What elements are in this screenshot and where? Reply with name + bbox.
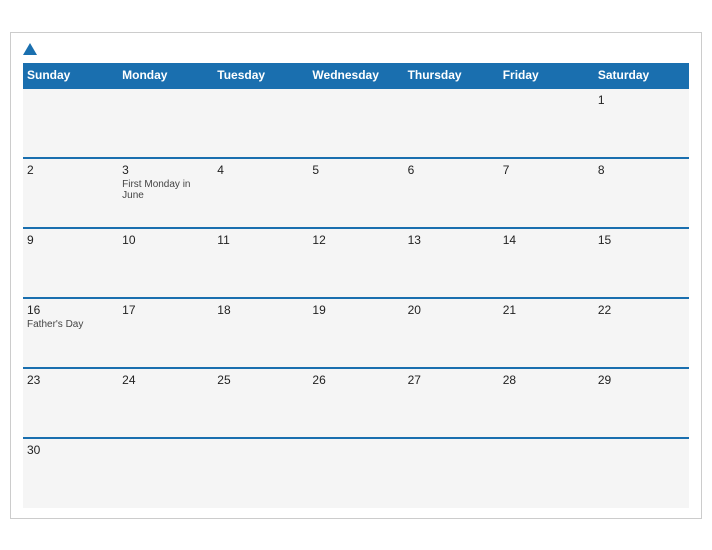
logo [23,43,39,55]
day-number: 16 [27,303,114,317]
calendar-cell: 29 [594,368,689,438]
calendar-cell [118,88,213,158]
calendar-cell: 4 [213,158,308,228]
day-number: 2 [27,163,114,177]
week-row-1: 23 First Monday in June 45678 [23,158,689,228]
calendar-cell [213,438,308,508]
calendar-cell: 12 [308,228,403,298]
calendar-cell: 7 [499,158,594,228]
calendar-cell: 3 First Monday in June [118,158,213,228]
day-number: 20 [408,303,495,317]
day-number: 9 [27,233,114,247]
calendar-cell [213,88,308,158]
calendar-cell: 28 [499,368,594,438]
weekday-header-sunday: Sunday [23,63,118,88]
day-number: 28 [503,373,590,387]
calendar-cell: 13 [404,228,499,298]
calendar-cell: 20 [404,298,499,368]
day-number: 27 [408,373,495,387]
calendar-cell [499,438,594,508]
weekday-header-tuesday: Tuesday [213,63,308,88]
calendar-grid: SundayMondayTuesdayWednesdayThursdayFrid… [23,63,689,508]
calendar-wrapper: SundayMondayTuesdayWednesdayThursdayFrid… [10,32,702,519]
calendar-cell: 14 [499,228,594,298]
day-number: 8 [598,163,685,177]
day-number: 24 [122,373,209,387]
logo-blue-text [23,43,39,55]
week-row-5: 30 [23,438,689,508]
calendar-cell: 6 [404,158,499,228]
day-number: 13 [408,233,495,247]
calendar-cell: 18 [213,298,308,368]
calendar-cell: 1 [594,88,689,158]
calendar-cell: 8 [594,158,689,228]
calendar-cell: 30 [23,438,118,508]
day-number: 1 [598,93,685,107]
logo-triangle-icon [23,43,37,55]
day-number: 5 [312,163,399,177]
day-number: 30 [27,443,114,457]
week-row-3: 16 Father's Day 17 18 19 20 21 22 [23,298,689,368]
day-number: 7 [503,163,590,177]
calendar-cell: 26 [308,368,403,438]
day-number: 3 [122,163,209,177]
day-number: 23 [27,373,114,387]
day-number: 4 [217,163,304,177]
day-number: 11 [217,233,304,247]
day-number: 12 [312,233,399,247]
weekday-header-thursday: Thursday [404,63,499,88]
calendar-cell [404,438,499,508]
calendar-cell [23,88,118,158]
calendar-cell: 2 [23,158,118,228]
calendar-tbody: 123First Monday in June45678910111213141… [23,88,689,508]
calendar-cell: 11 [213,228,308,298]
day-number: 6 [408,163,495,177]
week-row-2: 9 10 11 12 13 14 15 [23,228,689,298]
calendar-cell [594,438,689,508]
day-number: 26 [312,373,399,387]
calendar-cell: 15 [594,228,689,298]
calendar-cell: 19 [308,298,403,368]
day-number: 18 [217,303,304,317]
week-row-4: 23 24 25 26 27 28 29 [23,368,689,438]
calendar-cell: 16 Father's Day [23,298,118,368]
weekday-header-monday: Monday [118,63,213,88]
calendar-cell: 27 [404,368,499,438]
calendar-header [23,43,689,55]
calendar-cell: 23 [23,368,118,438]
calendar-cell [308,88,403,158]
week-row-0: 1 [23,88,689,158]
day-number: 25 [217,373,304,387]
calendar-cell: 9 [23,228,118,298]
calendar-cell: 5 [308,158,403,228]
day-number: 22 [598,303,685,317]
day-number: 21 [503,303,590,317]
day-number: 19 [312,303,399,317]
calendar-cell: 25 [213,368,308,438]
day-event: Father's Day [27,319,114,330]
calendar-cell: 17 [118,298,213,368]
day-number: 14 [503,233,590,247]
weekday-header-friday: Friday [499,63,594,88]
calendar-thead: SundayMondayTuesdayWednesdayThursdayFrid… [23,63,689,88]
calendar-cell: 24 [118,368,213,438]
calendar-cell: 21 [499,298,594,368]
calendar-cell [118,438,213,508]
calendar-cell [499,88,594,158]
day-number: 10 [122,233,209,247]
day-number: 29 [598,373,685,387]
weekday-header-saturday: Saturday [594,63,689,88]
weekday-header-row: SundayMondayTuesdayWednesdayThursdayFrid… [23,63,689,88]
weekday-header-wednesday: Wednesday [308,63,403,88]
calendar-cell [404,88,499,158]
day-event: First Monday in June [122,179,209,201]
day-number: 15 [598,233,685,247]
calendar-cell [308,438,403,508]
calendar-cell: 10 [118,228,213,298]
day-number: 17 [122,303,209,317]
calendar-cell: 22 [594,298,689,368]
